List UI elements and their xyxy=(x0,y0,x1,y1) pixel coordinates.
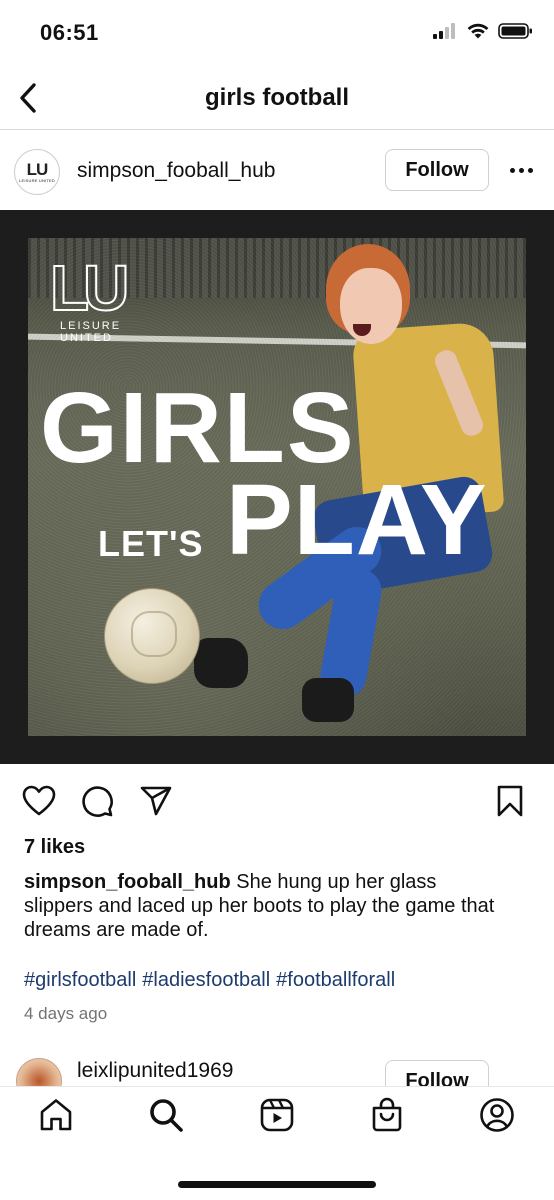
page-title: girls football xyxy=(205,84,349,111)
tab-shop[interactable] xyxy=(367,1095,407,1135)
tab-profile[interactable] xyxy=(477,1095,517,1135)
home-icon xyxy=(40,1099,72,1131)
comment-icon xyxy=(82,786,113,817)
status-bar: 06:51 xyxy=(0,0,554,68)
caption-username[interactable]: simpson_fooball_hub xyxy=(24,871,231,893)
post-image[interactable]: LU LEISURE UNITED GIRLS LET'S PLAY xyxy=(0,210,554,764)
avatar-logo-subtext: LEISURE UNITED xyxy=(19,177,55,183)
status-time: 06:51 xyxy=(40,20,99,45)
tab-home[interactable] xyxy=(36,1095,76,1135)
wifi-icon xyxy=(467,23,489,39)
share-button[interactable] xyxy=(137,782,175,820)
heart-icon xyxy=(22,785,56,816)
comment-button[interactable] xyxy=(78,782,116,820)
image-headline-lets: LET'S xyxy=(98,523,204,564)
tab-reels[interactable] xyxy=(257,1095,297,1135)
share-icon xyxy=(140,786,172,816)
hashtag-link[interactable]: #girlsfootball xyxy=(24,969,136,992)
cellular-signal-icon xyxy=(433,23,455,39)
avatar[interactable] xyxy=(16,1058,62,1086)
avatar[interactable]: LU LEISURE UNITED xyxy=(14,149,60,195)
follow-button[interactable]: Follow xyxy=(385,149,489,191)
shop-icon xyxy=(372,1097,402,1132)
post-header: LU LEISURE UNITED simpson_fooball_hub Fo… xyxy=(0,131,554,210)
post-username[interactable]: leixlipunited1969 xyxy=(77,1059,233,1083)
battery-icon xyxy=(498,23,532,39)
like-count[interactable]: 7 likes xyxy=(24,836,85,859)
photo-girl-face xyxy=(340,268,402,344)
post-actions xyxy=(0,770,554,830)
post-username[interactable]: simpson_fooball_hub xyxy=(77,159,275,183)
post-caption: simpson_fooball_hub She hung up her glas… xyxy=(24,870,504,942)
post-timestamp: 4 days ago xyxy=(24,1004,108,1023)
search-icon xyxy=(150,1099,183,1132)
like-button[interactable] xyxy=(20,782,58,820)
bottom-tab-bar xyxy=(0,1086,554,1200)
hashtag-list: #girlsfootball #ladiesfootball #football… xyxy=(24,969,395,992)
follow-button[interactable]: Follow xyxy=(385,1060,489,1086)
tab-search[interactable] xyxy=(146,1095,186,1135)
post-photo: LU LEISURE UNITED GIRLS LET'S PLAY xyxy=(28,238,526,736)
bookmark-icon xyxy=(497,785,523,817)
hashtag-link[interactable]: #ladiesfootball xyxy=(142,969,270,992)
reels-icon xyxy=(260,1098,294,1132)
save-button[interactable] xyxy=(491,782,529,820)
leisure-united-logo: LU LEISURE UNITED xyxy=(49,252,130,344)
more-horizontal-icon xyxy=(509,167,515,173)
nav-header: girls football xyxy=(0,68,554,130)
photo-football xyxy=(104,588,200,684)
more-options-button[interactable] xyxy=(506,157,536,183)
image-headline-girls: GIRLS xyxy=(40,372,356,484)
next-post-header: leixlipunited1969 Follow xyxy=(0,1052,554,1086)
image-headline-play: PLAY xyxy=(226,464,488,576)
home-indicator xyxy=(178,1181,376,1188)
avatar-logo-text: LU xyxy=(26,159,49,179)
status-icons xyxy=(432,22,534,40)
profile-icon xyxy=(480,1098,514,1132)
hashtag-link[interactable]: #footballforall xyxy=(276,969,395,992)
